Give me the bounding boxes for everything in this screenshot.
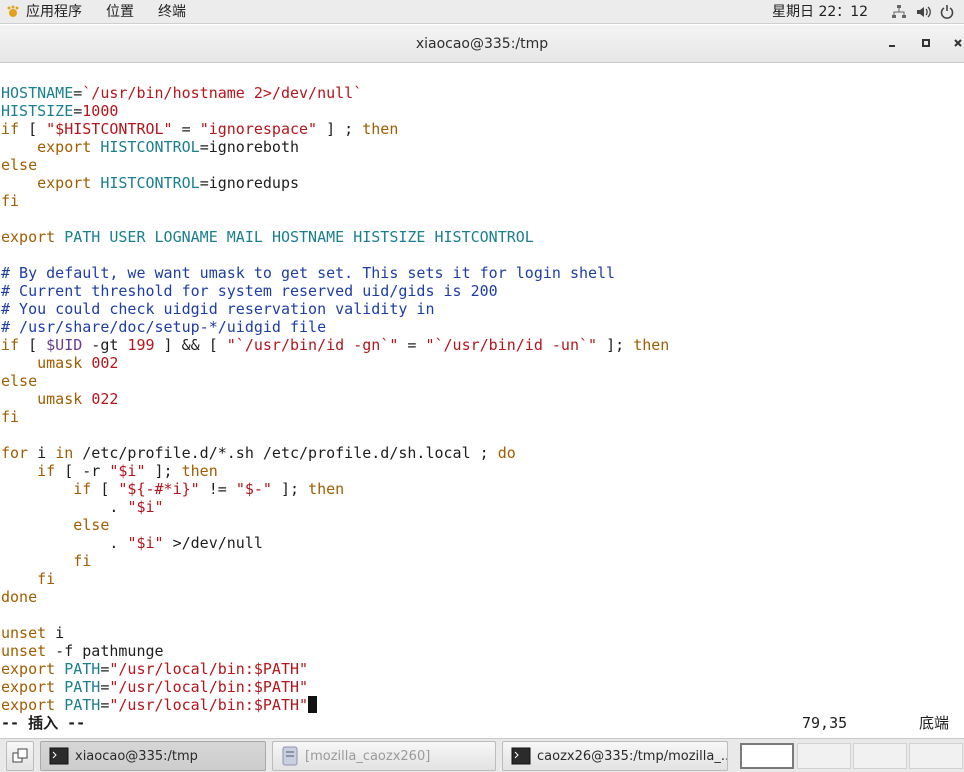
show-desktop-button[interactable] — [6, 741, 34, 771]
maximize-icon[interactable] — [918, 35, 934, 51]
taskbar: xiaocao@335:/tmp [mozilla_caozx260] caoz… — [0, 738, 964, 772]
editor-line: fi — [1, 408, 20, 426]
editor-line: else — [73, 516, 110, 534]
workspace-1[interactable] — [740, 743, 794, 769]
editor-line: . "$i" >/dev/null — [1, 534, 263, 552]
editor-line: umask 022 — [37, 390, 119, 408]
vim-status-line: -- 插入 -- 79,35 底端 — [1, 714, 961, 732]
editor-line: # /usr/share/doc/setup-*/uidgid file — [1, 318, 327, 336]
minimize-icon[interactable] — [884, 35, 900, 51]
editor-line: export PATH="/usr/local/bin:$PATH" — [1, 696, 318, 714]
window-titlebar[interactable]: xiaocao@335:/tmp — [0, 25, 964, 63]
editor-line: # By default, we want umask to get set. … — [1, 264, 616, 282]
editor-line: export PATH="/usr/local/bin:$PATH" — [1, 660, 309, 678]
window-title: xiaocao@335:/tmp — [415, 36, 549, 52]
terminal-icon — [511, 747, 531, 765]
editor-line: done — [1, 588, 38, 606]
editor-line: export HISTCONTROL=ignoredups — [37, 174, 300, 192]
volume-icon[interactable] — [914, 3, 932, 21]
applications-label: 应用程序 — [26, 3, 82, 20]
file-manager-icon — [282, 746, 298, 766]
editor-line: for i in /etc/profile.d/*.sh /etc/profil… — [1, 444, 516, 462]
editor-line: if [ $UID -gt 199 ] && [ "`/usr/bin/id -… — [1, 336, 670, 354]
editor-line: # You could check uidgid reservation val… — [1, 300, 435, 318]
terminal-editor[interactable]: HOSTNAME=`/usr/bin/hostname 2>/dev/null`… — [0, 64, 964, 736]
editor-line: if [ "$HISTCONTROL" = "ignorespace" ] ; … — [1, 120, 399, 138]
insert-mode-indicator: -- 插入 -- — [1, 714, 86, 732]
editor-line: unset -f pathmunge — [1, 642, 164, 660]
task-caozx26-terminal[interactable]: caozx26@335:/tmp/mozilla_... — [502, 741, 728, 771]
task-label: xiaocao@335:/tmp — [75, 748, 198, 764]
system-tray[interactable] — [890, 3, 956, 21]
workspace-3[interactable] — [853, 743, 907, 769]
workspace-4[interactable] — [909, 743, 963, 769]
network-icon[interactable] — [890, 3, 908, 21]
editor-line: umask 002 — [37, 354, 119, 372]
editor-line: export HISTCONTROL=ignoreboth — [37, 138, 300, 156]
cursor-position: 79,35 — [802, 714, 848, 732]
places-menu[interactable]: 位置 — [94, 0, 146, 24]
editor-line: export PATH USER LOGNAME MAIL HOSTNAME H… — [1, 228, 534, 246]
terminal-menu[interactable]: 终端 — [146, 0, 198, 24]
editor-line: fi — [1, 192, 20, 210]
editor-line: if [ -r "$i" ]; then — [37, 462, 218, 480]
clock[interactable]: 星期日 22：12 — [772, 0, 868, 24]
task-label: caozx26@335:/tmp/mozilla_... — [537, 748, 727, 764]
power-icon[interactable] — [938, 3, 956, 21]
workspace-2[interactable] — [797, 743, 851, 769]
gnome-foot-icon — [7, 5, 19, 17]
task-file-manager[interactable]: [mozilla_caozx260] — [272, 741, 496, 771]
editor-line: HOSTNAME=`/usr/bin/hostname 2>/dev/null` — [1, 84, 363, 102]
editor-line: HISTSIZE=1000 — [1, 102, 119, 120]
editor-line: fi — [37, 570, 56, 588]
editor-line: if [ "${-#*i}" != "$-" ]; then — [73, 480, 345, 498]
editor-line: export PATH="/usr/local/bin:$PATH" — [1, 678, 309, 696]
close-icon[interactable] — [950, 35, 964, 51]
show-desktop-icon — [12, 748, 28, 763]
scroll-position: 底端 — [919, 714, 950, 732]
editor-line: # Current threshold for system reserved … — [1, 282, 498, 300]
task-label: [mozilla_caozx260] — [305, 748, 431, 764]
top-bar: 应用程序 位置 终端 星期日 22：12 — [0, 0, 964, 24]
editor-line: unset i — [1, 624, 65, 642]
applications-menu[interactable]: 应用程序 — [0, 0, 94, 24]
editor-line: else — [1, 156, 38, 174]
task-xiaocao-terminal[interactable]: xiaocao@335:/tmp — [40, 741, 266, 771]
editor-line: else — [1, 372, 38, 390]
editor-line: fi — [73, 552, 92, 570]
editor-line: . "$i" — [1, 498, 164, 516]
text-cursor — [308, 696, 318, 713]
terminal-icon — [49, 747, 69, 765]
